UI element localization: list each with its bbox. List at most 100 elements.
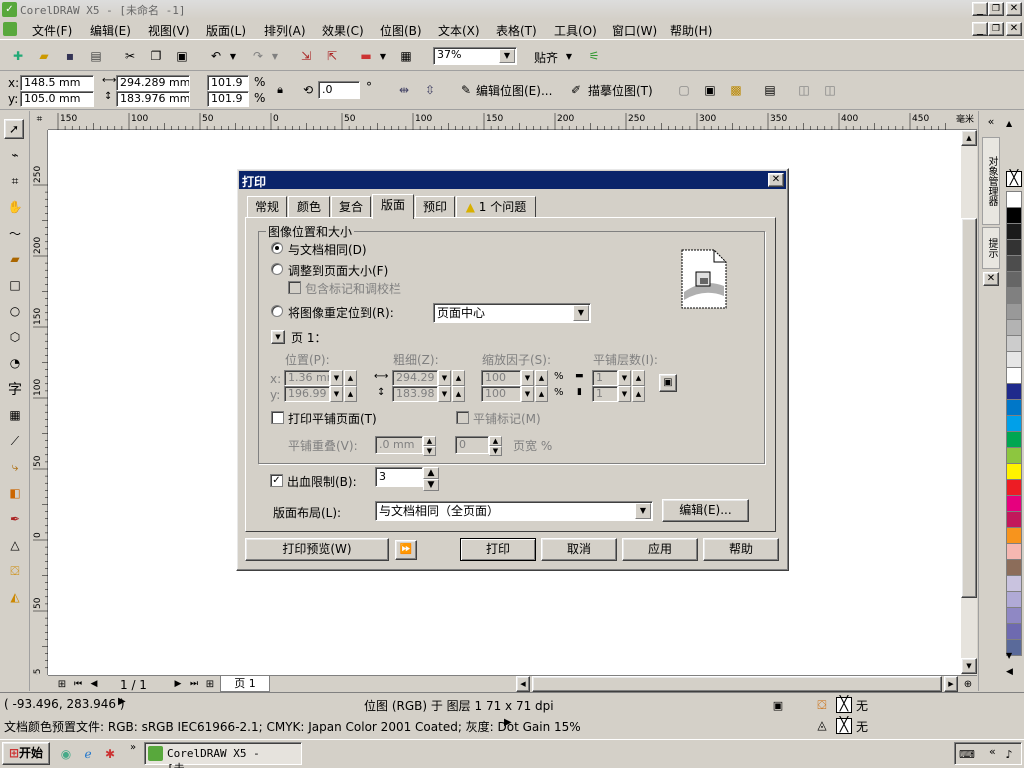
pos-x-input[interactable]: 1.36 mm (284, 370, 330, 386)
palette-swatch[interactable] (1006, 543, 1022, 560)
blend-tool-icon[interactable]: ◧ (5, 483, 25, 503)
scale-y-input[interactable]: 101.9 (207, 91, 249, 107)
doc-restore-button[interactable]: ❐ (988, 22, 1004, 36)
pick-tool-icon[interactable]: ➚ (4, 119, 24, 139)
overlap-pages-input[interactable]: 0 (455, 436, 489, 454)
scale-x-input[interactable]: 101.9 (207, 75, 249, 91)
palette-swatch[interactable] (1006, 399, 1022, 416)
zoom-tool-icon[interactable]: ✋ (5, 197, 25, 217)
y-position-input[interactable]: 105.0 mm (20, 91, 94, 107)
ellipse-tool-icon[interactable]: ○ (5, 301, 25, 321)
zoom-dropdown-icon[interactable]: ▼ (499, 49, 515, 63)
menu-text[interactable]: 文本(X) (438, 22, 480, 39)
x-position-input[interactable]: 148.5 mm (20, 75, 94, 91)
minimize-button[interactable]: _ (972, 2, 988, 16)
tab-layout[interactable]: 版面 (372, 194, 414, 219)
pos-y-spinner-up[interactable]: ▲ (344, 386, 357, 402)
polygon-tool-icon[interactable]: ⬡ (5, 327, 25, 347)
doc-minimize-button[interactable]: _ (972, 22, 988, 36)
trace-bitmap-icon[interactable]: ✐ (566, 80, 586, 100)
palette-scroll-down-icon[interactable]: ▼ (1006, 651, 1012, 660)
table-tool-icon[interactable]: ▦ (5, 405, 25, 425)
redo-dropdown-icon[interactable]: ▼ (270, 46, 280, 66)
menu-window[interactable]: 窗口(W) (612, 22, 657, 39)
browser-quicklaunch-icon[interactable]: ◉ (56, 744, 76, 764)
print-preview-button[interactable]: 打印预览(W) (245, 538, 389, 561)
app-quicklaunch-icon[interactable]: ✱ (100, 744, 120, 764)
paste-icon[interactable]: ▣ (172, 46, 192, 66)
text-tool-icon[interactable]: 字 (5, 379, 25, 399)
hints-tab[interactable]: 提示 (982, 227, 1000, 269)
cancel-button[interactable]: 取消 (541, 538, 617, 561)
palette-swatch[interactable] (1006, 367, 1022, 384)
scale-x-spinner[interactable]: ▼ (521, 370, 534, 386)
ie-quicklaunch-icon[interactable]: ℯ (78, 744, 98, 764)
bitmap-color-mask-icon[interactable]: ▩ (726, 80, 746, 100)
tab-issues[interactable]: ▲ 1 个问题 (456, 196, 536, 217)
save-icon[interactable]: ▪ (60, 46, 80, 66)
restore-button[interactable]: ❐ (988, 2, 1004, 16)
reposition-dropdown-icon[interactable]: ▼ (573, 305, 589, 321)
outline-none-swatch[interactable]: ╳ (836, 718, 852, 734)
pos-y-spinner[interactable]: ▼ (330, 386, 343, 402)
no-color-swatch[interactable]: ╳ (1006, 171, 1022, 187)
prev-page-icon[interactable]: ◀ (84, 674, 104, 694)
palette-swatch[interactable] (1006, 431, 1022, 448)
redo-icon[interactable]: ↷ (248, 46, 268, 66)
bleed-limit-input[interactable]: 3 (375, 467, 423, 487)
scroll-up-icon[interactable]: ▲ (961, 130, 977, 146)
palette-swatch[interactable] (1006, 223, 1022, 240)
palette-swatch[interactable] (1006, 527, 1022, 544)
pos-x-spinner-up[interactable]: ▲ (344, 370, 357, 386)
tile-x-spinner[interactable]: ▼ (618, 370, 631, 386)
open-icon[interactable]: ▰ (34, 46, 54, 66)
zoom-navigator-icon[interactable]: ⊕ (958, 674, 978, 694)
palette-swatch[interactable] (1006, 287, 1022, 304)
palette-swatch[interactable] (1006, 479, 1022, 496)
height-input[interactable]: 183.976 mm (116, 91, 190, 107)
undo-icon[interactable]: ↶ (206, 46, 226, 66)
palette-swatch[interactable] (1006, 511, 1022, 528)
palette-swatch[interactable] (1006, 335, 1022, 352)
hscroll-thumb[interactable] (532, 676, 942, 692)
layout-select[interactable]: 与文档相同（全页面） ▼ (375, 501, 653, 521)
shape-tool-icon[interactable]: ⌁ (5, 145, 25, 165)
tray-expand-icon[interactable]: « (989, 745, 996, 758)
palette-swatch[interactable] (1006, 383, 1022, 400)
size-h-spinner[interactable]: ▼ (438, 386, 451, 402)
doc-close-button[interactable]: ✕ (1006, 22, 1022, 36)
menu-effects[interactable]: 效果(C) (322, 22, 364, 39)
dimension-tool-icon[interactable]: ⟋ (5, 431, 25, 451)
launcher-dropdown-icon[interactable]: ▼ (378, 46, 388, 66)
start-button[interactable]: ⊞开始 (2, 742, 50, 765)
keyboard-tray-icon[interactable]: ⌨ (957, 744, 977, 764)
menu-bitmaps[interactable]: 位图(B) (380, 22, 422, 39)
radio-same-as-document[interactable] (271, 242, 283, 254)
docker-collapse-icon[interactable]: « (981, 111, 1001, 131)
snap-to-label[interactable]: 贴齐 (534, 49, 558, 66)
scale-y-spinner-up[interactable]: ▲ (535, 386, 548, 402)
size-w-spinner[interactable]: ▼ (438, 370, 451, 386)
menu-layout[interactable]: 版面(L) (206, 22, 246, 39)
palette-swatch[interactable] (1006, 319, 1022, 336)
ruler-origin[interactable]: ⌗ (31, 111, 48, 130)
tab-prepress[interactable]: 预印 (415, 196, 455, 217)
to-back-icon[interactable]: ◫ (820, 80, 840, 100)
lock-tiles-icon[interactable]: ▣ (659, 374, 677, 392)
hscroll-left-icon[interactable]: ◀ (516, 676, 530, 692)
trace-bitmap-button[interactable]: 描摹位图(T) (588, 82, 653, 99)
palette-swatch[interactable] (1006, 415, 1022, 432)
bleed-limit-spinner[interactable]: ▲ ▼ (423, 467, 439, 491)
palette-swatch[interactable] (1006, 191, 1022, 208)
crop-tool-icon[interactable]: ⌗ (5, 171, 25, 191)
scale-x-spinner-up[interactable]: ▲ (535, 370, 548, 386)
menu-edit[interactable]: 编辑(E) (90, 22, 131, 39)
mirror-vertical-icon[interactable]: ⇳ (420, 80, 440, 100)
menu-arrange[interactable]: 排列(A) (264, 22, 306, 39)
overlap-pages-spinner[interactable]: ▲ ▼ (489, 436, 502, 456)
object-manager-tab[interactable]: 对象管理器 (982, 137, 1000, 225)
interactive-fill-tool-icon[interactable]: ◭ (5, 587, 25, 607)
fill-tool-icon[interactable]: ⛋ (5, 561, 25, 581)
tile-x-input[interactable]: 1 (592, 370, 618, 386)
palette-swatch[interactable] (1006, 207, 1022, 224)
